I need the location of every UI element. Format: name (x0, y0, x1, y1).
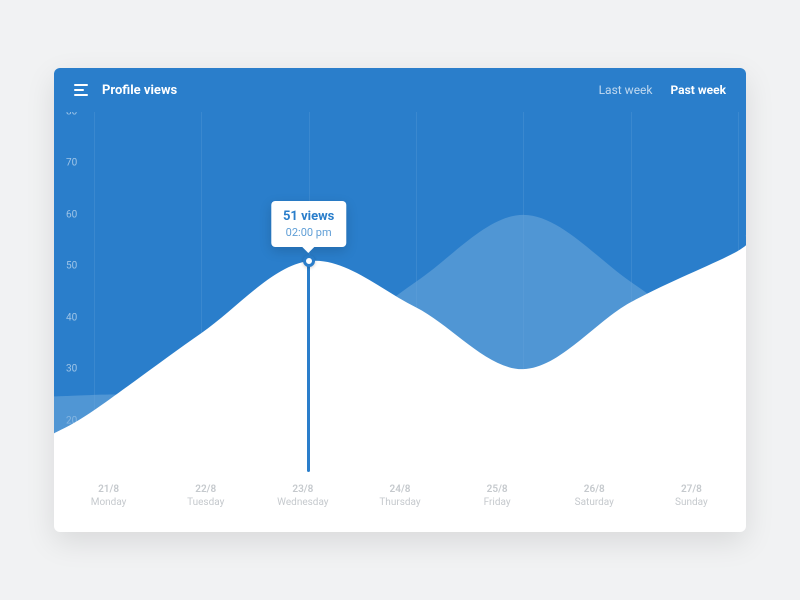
x-tick: 22/8 Tuesday (157, 484, 254, 532)
card-header: Profile views Last week Past week (54, 68, 746, 112)
x-tick: 25/8 Friday (449, 484, 546, 532)
x-tick-day: Wednesday (254, 497, 351, 508)
x-tick-date: 21/8 (60, 484, 157, 495)
cursor-line (307, 261, 310, 472)
x-tick-day: Thursday (351, 497, 448, 508)
x-tick-day: Monday (60, 497, 157, 508)
x-tick: 23/8 Wednesday (254, 484, 351, 532)
x-tick-date: 22/8 (157, 484, 254, 495)
analytics-card: Profile views Last week Past week 2030405… (54, 68, 746, 532)
x-tick-date: 25/8 (449, 484, 546, 495)
chart-tooltip: 51 views 02:00 pm (271, 201, 346, 247)
x-tick-day: Saturday (546, 497, 643, 508)
x-tick: 21/8 Monday (60, 484, 157, 532)
chart-areas (54, 112, 746, 472)
x-tick: 24/8 Thursday (351, 484, 448, 532)
x-tick: 27/8 Sunday (643, 484, 740, 532)
menu-icon[interactable] (74, 84, 88, 96)
x-tick-day: Friday (449, 497, 546, 508)
x-tick-date: 26/8 (546, 484, 643, 495)
x-tick-date: 27/8 (643, 484, 740, 495)
series-primary (54, 235, 746, 472)
x-axis: 21/8 Monday22/8 Tuesday23/8 Wednesday24/8 Th… (54, 472, 746, 532)
range-option[interactable]: Past week (671, 83, 726, 97)
tooltip-time: 02:00 pm (283, 226, 334, 239)
x-tick-date: 24/8 (351, 484, 448, 495)
x-tick-date: 23/8 (254, 484, 351, 495)
x-tick-day: Tuesday (157, 497, 254, 508)
range-option[interactable]: Last week (599, 83, 653, 97)
range-switch: Last week Past week (599, 83, 726, 97)
chart-plot[interactable]: 20304050607080 51 views 02:00 pm (54, 112, 746, 472)
cursor-dot[interactable] (303, 255, 315, 267)
tooltip-value: 51 views (283, 209, 334, 224)
x-tick: 26/8 Saturday (546, 484, 643, 532)
x-tick-day: Sunday (643, 497, 740, 508)
card-title: Profile views (102, 83, 177, 98)
